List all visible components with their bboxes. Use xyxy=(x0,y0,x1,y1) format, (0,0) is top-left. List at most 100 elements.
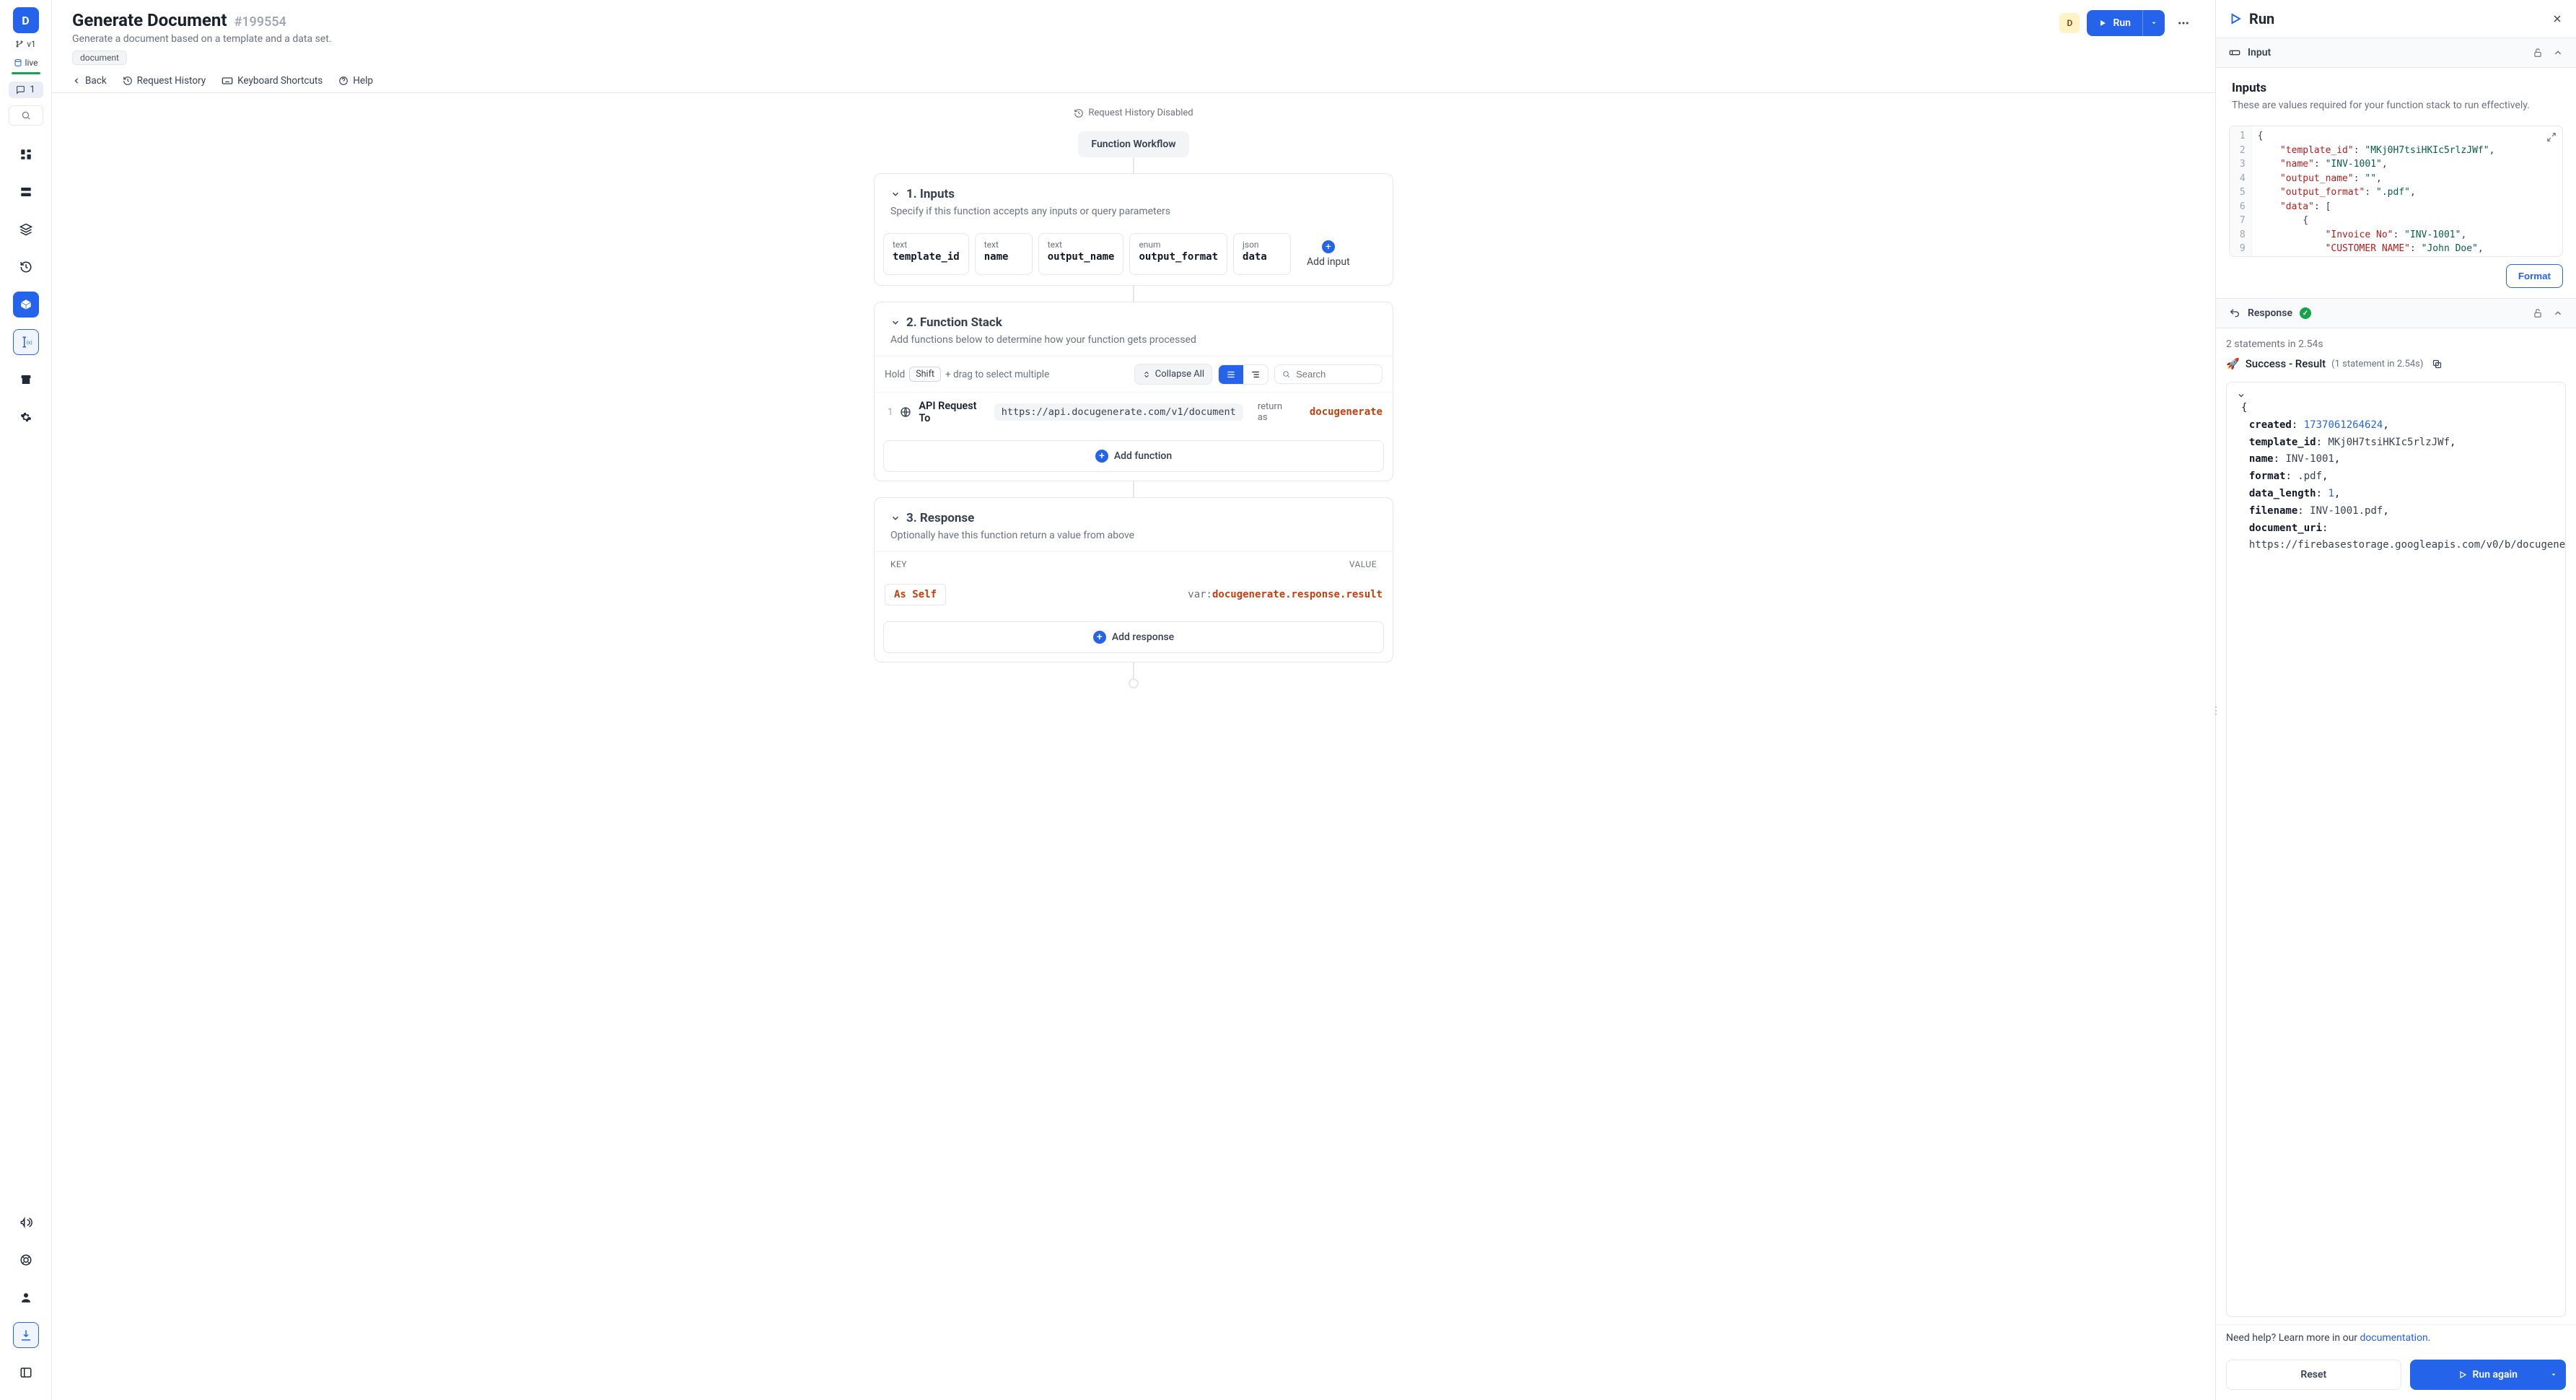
nav-marketplace[interactable] xyxy=(13,367,39,393)
nav-settings[interactable] xyxy=(13,404,39,430)
user-avatar[interactable]: D xyxy=(2059,13,2080,33)
inputs-desc: These are values required for your funct… xyxy=(2232,100,2560,111)
reset-button[interactable]: Reset xyxy=(2226,1360,2401,1390)
success-badge: ✓ xyxy=(2300,307,2311,319)
panel-title: Run xyxy=(2249,10,2274,27)
comments-chip[interactable]: 1 xyxy=(9,82,43,98)
input-pill-output_format[interactable]: enumoutput_format xyxy=(1129,233,1227,275)
collapse-inputs[interactable] xyxy=(890,189,901,199)
history-icon xyxy=(123,76,133,86)
add-response-button[interactable]: + Add response xyxy=(883,621,1384,653)
inputs-sub: Specify if this function accepts any inp… xyxy=(890,206,1377,217)
history-icon xyxy=(19,261,32,274)
response-card: 3. Response Optionally have this functio… xyxy=(874,497,1393,662)
add-input-button[interactable]: +Add input xyxy=(1297,233,1360,275)
comment-count: 1 xyxy=(30,84,35,95)
documentation-link[interactable]: documentation xyxy=(2360,1332,2428,1344)
run-again-button[interactable]: Run again xyxy=(2410,1360,2567,1390)
input-pill-data[interactable]: jsondata xyxy=(1233,233,1291,275)
caret-down-icon xyxy=(2150,19,2157,27)
search-icon xyxy=(21,110,31,121)
page-title: Generate Document xyxy=(72,10,227,30)
input-pill-output_name[interactable]: textoutput_name xyxy=(1038,233,1124,275)
keyboard-icon xyxy=(222,75,233,87)
help-row: Need help? Learn more in our documentati… xyxy=(2216,1324,2576,1351)
nav-history[interactable] xyxy=(13,254,39,280)
return-var: docugenerate xyxy=(1310,406,1383,418)
help-icon xyxy=(338,76,349,86)
nav-layers[interactable] xyxy=(13,216,39,242)
dots-icon xyxy=(2177,17,2190,30)
nav-announcements[interactable] xyxy=(13,1209,39,1235)
expand-editor[interactable] xyxy=(2546,132,2557,142)
stack-sub: Add functions below to determine how you… xyxy=(890,334,1377,346)
collapse-stack[interactable] xyxy=(890,318,901,328)
run-button[interactable]: Run xyxy=(2087,10,2165,36)
download-icon xyxy=(19,1329,32,1342)
input-icon xyxy=(2229,47,2240,58)
input-pill-template_id[interactable]: texttemplate_id xyxy=(883,233,969,275)
env-indicator xyxy=(12,72,40,74)
input-pill-name[interactable]: textname xyxy=(975,233,1033,275)
svg-text:(x): (x) xyxy=(26,339,32,345)
box-icon xyxy=(19,298,32,311)
shift-key: Shift xyxy=(909,367,941,382)
nav-user[interactable] xyxy=(13,1285,39,1311)
collapse-response-section[interactable] xyxy=(2553,308,2563,318)
branch-chip[interactable]: v1 xyxy=(11,36,40,52)
store-icon xyxy=(19,373,32,386)
stack-search[interactable] xyxy=(1274,364,1383,384)
run-again-dropdown[interactable] xyxy=(2550,1371,2557,1378)
workflow-label: Function Workflow xyxy=(1078,131,1188,157)
env-label: live xyxy=(25,58,38,68)
success-label: Success - Result xyxy=(2246,357,2326,370)
stack-search-input[interactable] xyxy=(1296,369,1375,380)
nav-function[interactable]: (x) xyxy=(13,329,39,355)
response-key[interactable]: As Self xyxy=(885,584,946,605)
workflow-end xyxy=(1129,678,1139,688)
more-menu[interactable] xyxy=(2172,12,2195,35)
api-icon xyxy=(900,406,911,418)
collapse-response[interactable] xyxy=(890,513,901,523)
workspace-logo[interactable]: D xyxy=(13,7,39,33)
resize-handle[interactable]: ⋮ xyxy=(2212,700,2220,722)
copy-result[interactable] xyxy=(2432,359,2443,369)
format-button[interactable]: Format xyxy=(2506,264,2563,288)
nav-download[interactable] xyxy=(13,1322,39,1348)
nav-dashboard[interactable] xyxy=(13,141,39,167)
database-icon xyxy=(19,185,32,198)
json-editor[interactable]: 1234567891011 { "template_id": "MKj0H7ts… xyxy=(2229,126,2563,257)
collapse-all-button[interactable]: Collapse All xyxy=(1134,364,1212,385)
page-subtitle: Generate a document based on a template … xyxy=(72,33,332,45)
result-json[interactable]: { created: 1737061264624, template_id: M… xyxy=(2226,382,2566,1317)
stack-item-1[interactable]: 1 API Request To https://api.docugenerat… xyxy=(875,392,1393,432)
plus-icon: + xyxy=(1093,631,1106,644)
env-chip[interactable]: live xyxy=(9,55,43,71)
nav-database[interactable] xyxy=(13,179,39,205)
back-button[interactable]: Back xyxy=(72,75,107,87)
help-button[interactable]: Help xyxy=(338,75,373,87)
sidebar-search[interactable] xyxy=(9,105,43,126)
view-list[interactable] xyxy=(1219,365,1243,384)
unlock-icon[interactable] xyxy=(2533,308,2543,318)
nav-library[interactable] xyxy=(13,292,39,318)
page-tag[interactable]: document xyxy=(72,51,127,65)
nav-support[interactable] xyxy=(13,1247,39,1273)
response-row[interactable]: As Self var:docugenerate.response.result xyxy=(875,577,1393,613)
collapse-icon xyxy=(1142,370,1151,379)
value-header: VALUE xyxy=(1349,559,1377,569)
chevron-left-icon xyxy=(72,76,81,85)
comment-icon xyxy=(16,85,25,95)
megaphone-icon xyxy=(19,1216,32,1229)
history-disabled-note[interactable]: Request History Disabled xyxy=(1074,108,1193,118)
run-dropdown[interactable] xyxy=(2142,10,2165,36)
unlock-icon[interactable] xyxy=(2533,48,2543,58)
close-panel[interactable] xyxy=(2551,13,2563,25)
keyboard-shortcuts-button[interactable]: Keyboard Shortcuts xyxy=(222,75,323,87)
request-history-button[interactable]: Request History xyxy=(123,75,206,87)
nav-collapse-sidebar[interactable] xyxy=(13,1360,39,1386)
collapse-input-section[interactable] xyxy=(2553,48,2563,58)
list-indent-icon xyxy=(1250,369,1261,380)
view-detail[interactable] xyxy=(1243,365,1268,384)
add-function-button[interactable]: + Add function xyxy=(883,440,1384,472)
